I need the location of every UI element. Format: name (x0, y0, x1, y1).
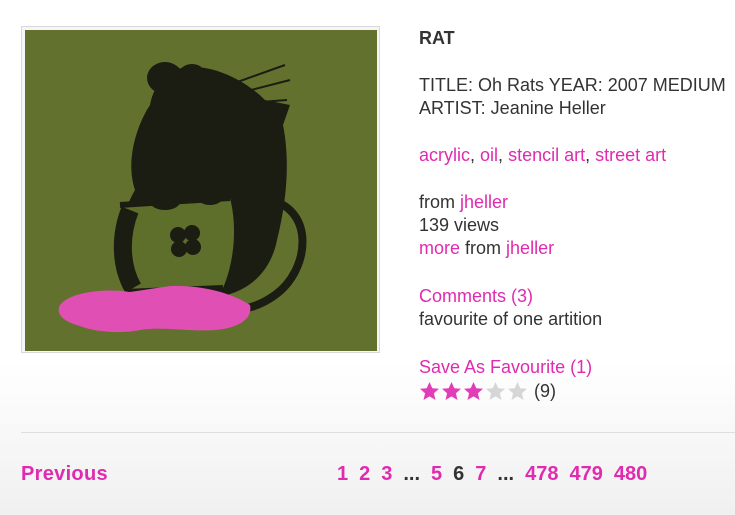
author-line: from jheller (419, 191, 554, 214)
star-filled-icon[interactable] (463, 381, 484, 402)
tag-oil[interactable]: oil (480, 145, 498, 165)
page-link-478[interactable]: 478 (525, 463, 558, 486)
star-empty-icon[interactable] (485, 381, 506, 402)
description-line-2: ARTIST: Jeanine Heller (419, 98, 606, 118)
page-link-480[interactable]: 480 (614, 463, 647, 486)
pagination-ellipsis: ... (403, 463, 421, 485)
views-count: 139 views (419, 215, 500, 235)
page-link-479[interactable]: 479 (569, 463, 602, 486)
previous-button[interactable]: Previous (21, 463, 108, 486)
tag-list: acrylic, oil, stencil art, street art (419, 144, 666, 167)
page-current: 6 (453, 463, 465, 485)
pagination-ellipsis: ... (497, 463, 515, 485)
more-link[interactable]: more (419, 238, 460, 258)
tag-separator: , (585, 145, 596, 165)
comments-link[interactable]: Comments (3) (419, 286, 533, 306)
background-fade (0, 360, 735, 515)
more-line: more from jheller (419, 237, 554, 260)
tag-separator: , (470, 145, 481, 165)
artwork-title: RAT (419, 28, 455, 48)
page-link-2[interactable]: 2 (359, 463, 370, 486)
tag-street-art[interactable]: street art (595, 145, 666, 165)
save-section: Save As Favourite (1) (9) (419, 356, 592, 403)
comments-section: Comments (3) favourite of one artition (419, 285, 602, 331)
artwork-meta: from jheller 139 views more from jheller (419, 191, 554, 260)
from-label: from (419, 192, 455, 212)
save-as-favourite-link[interactable]: Save As Favourite (1) (419, 357, 592, 377)
page-link-5[interactable]: 5 (431, 463, 442, 486)
pagination: 1 2 3... 5 6 7... 478 479 480 (337, 463, 647, 486)
description-line-1: TITLE: Oh Rats YEAR: 2007 MEDIUM (419, 75, 726, 95)
star-filled-icon[interactable] (441, 381, 462, 402)
more-author-link[interactable]: jheller (506, 238, 554, 258)
more-from-label: from (465, 238, 502, 258)
rat-stencil-artwork[interactable] (25, 30, 377, 351)
artwork-description: TITLE: Oh Rats YEAR: 2007 MEDIUM ARTIST:… (419, 74, 726, 120)
page-link-7[interactable]: 7 (475, 463, 486, 486)
tag-stencil-art[interactable]: stencil art (508, 145, 585, 165)
tag-separator: , (498, 145, 509, 165)
rating-stars[interactable] (419, 381, 528, 402)
star-filled-icon[interactable] (419, 381, 440, 402)
favourite-text: favourite of one artition (419, 309, 603, 329)
page-link-1[interactable]: 1 (337, 463, 348, 486)
author-link[interactable]: jheller (460, 192, 508, 212)
page-link-3[interactable]: 3 (381, 463, 392, 486)
rating-row: (9) (419, 380, 592, 403)
divider (21, 432, 735, 433)
tag-acrylic[interactable]: acrylic (419, 145, 470, 165)
star-empty-icon[interactable] (507, 381, 528, 402)
rating-count: (9) (534, 381, 556, 401)
